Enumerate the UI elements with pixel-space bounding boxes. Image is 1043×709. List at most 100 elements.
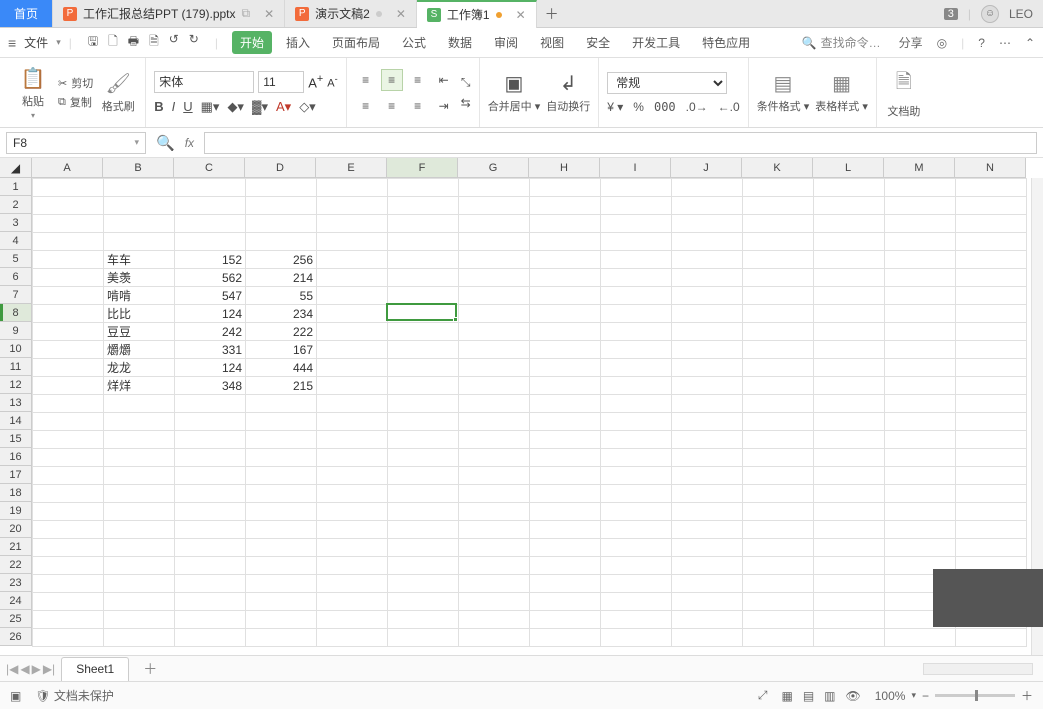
cell-J18[interactable] (672, 485, 743, 503)
cell-J10[interactable] (672, 341, 743, 359)
paste-button[interactable]: 📋 粘贴▾ (14, 66, 52, 120)
cell-E20[interactable] (317, 521, 388, 539)
cell-K9[interactable] (743, 323, 814, 341)
cell-D9[interactable]: 222 (246, 323, 317, 341)
cell-D10[interactable]: 167 (246, 341, 317, 359)
cell-H14[interactable] (530, 413, 601, 431)
row-header-19[interactable]: 19 (0, 502, 32, 520)
cell-G23[interactable] (459, 575, 530, 593)
cell-F23[interactable] (388, 575, 459, 593)
ribbon-tab-devtools[interactable]: 开发工具 (624, 31, 688, 54)
cell-I6[interactable] (601, 269, 672, 287)
cell-A13[interactable] (33, 395, 104, 413)
cell-A12[interactable] (33, 377, 104, 395)
cell-A1[interactable] (33, 179, 104, 197)
cell-F21[interactable] (388, 539, 459, 557)
undo-icon[interactable]: ↺ (169, 32, 179, 53)
cell-I11[interactable] (601, 359, 672, 377)
cell-N26[interactable] (956, 629, 1027, 647)
more-icon[interactable]: ⋯ (999, 36, 1011, 50)
ribbon-tab-data[interactable]: 数据 (440, 31, 480, 54)
percent-icon[interactable]: % (633, 100, 644, 114)
cell-I23[interactable] (601, 575, 672, 593)
cell-G10[interactable] (459, 341, 530, 359)
cell-F8[interactable] (388, 305, 459, 323)
eye-icon[interactable]: 👁 (846, 689, 861, 703)
row-header-6[interactable]: 6 (0, 268, 32, 286)
row-header-18[interactable]: 18 (0, 484, 32, 502)
cell-K4[interactable] (743, 233, 814, 251)
cell-E9[interactable] (317, 323, 388, 341)
cell-B4[interactable] (104, 233, 175, 251)
cell-A4[interactable] (33, 233, 104, 251)
cell-E3[interactable] (317, 215, 388, 233)
cell-N8[interactable] (956, 305, 1027, 323)
cell-J14[interactable] (672, 413, 743, 431)
cell-L15[interactable] (814, 431, 885, 449)
cell-D15[interactable] (246, 431, 317, 449)
col-header-B[interactable]: B (103, 158, 174, 178)
indent-decrease[interactable]: ⇤ (433, 69, 455, 91)
add-sheet-button[interactable]: ＋ (135, 659, 165, 679)
ribbon-tab-special[interactable]: 特色应用 (694, 31, 758, 54)
cell-L4[interactable] (814, 233, 885, 251)
cell-E25[interactable] (317, 611, 388, 629)
cell-N7[interactable] (956, 287, 1027, 305)
cell-C21[interactable] (175, 539, 246, 557)
conditional-format-button[interactable]: ▤ 条件格式 ▾ (757, 71, 810, 114)
col-header-L[interactable]: L (813, 158, 884, 178)
cell-F17[interactable] (388, 467, 459, 485)
cell-N15[interactable] (956, 431, 1027, 449)
align-bottom-left[interactable]: ≡ (355, 95, 377, 117)
cell-H22[interactable] (530, 557, 601, 575)
cell-G4[interactable] (459, 233, 530, 251)
cell-A7[interactable] (33, 287, 104, 305)
row-header-5[interactable]: 5 (0, 250, 32, 268)
cell-J21[interactable] (672, 539, 743, 557)
chevron-down-icon[interactable]: ▾ (134, 137, 139, 148)
borders-button[interactable]: ▦▾ (201, 99, 220, 115)
cell-I8[interactable] (601, 305, 672, 323)
cell-M9[interactable] (885, 323, 956, 341)
cell-M12[interactable] (885, 377, 956, 395)
cell-G6[interactable] (459, 269, 530, 287)
cell-J22[interactable] (672, 557, 743, 575)
cell-I12[interactable] (601, 377, 672, 395)
cell-C14[interactable] (175, 413, 246, 431)
cell-C7[interactable]: 547 (175, 287, 246, 305)
cell-C18[interactable] (175, 485, 246, 503)
cell-B20[interactable] (104, 521, 175, 539)
cell-H1[interactable] (530, 179, 601, 197)
cell-F9[interactable] (388, 323, 459, 341)
cell-N4[interactable] (956, 233, 1027, 251)
cell-J4[interactable] (672, 233, 743, 251)
zoom-slider[interactable] (935, 694, 1015, 697)
cell-A11[interactable] (33, 359, 104, 377)
cell-E23[interactable] (317, 575, 388, 593)
row-header-14[interactable]: 14 (0, 412, 32, 430)
cell-C1[interactable] (175, 179, 246, 197)
cell-E15[interactable] (317, 431, 388, 449)
cell-G1[interactable] (459, 179, 530, 197)
fx-icon[interactable]: fx (185, 136, 194, 150)
tab-file-2[interactable]: P 演示文稿2 ✕ (285, 0, 417, 27)
cell-N17[interactable] (956, 467, 1027, 485)
cell-J6[interactable] (672, 269, 743, 287)
cell-H13[interactable] (530, 395, 601, 413)
cell-C26[interactable] (175, 629, 246, 647)
cell-I1[interactable] (601, 179, 672, 197)
cell-K18[interactable] (743, 485, 814, 503)
cell-M26[interactable] (885, 629, 956, 647)
cell-H25[interactable] (530, 611, 601, 629)
cell-C25[interactable] (175, 611, 246, 629)
view-normal-icon[interactable]: ▦ (781, 689, 792, 703)
cell-K19[interactable] (743, 503, 814, 521)
cell-L25[interactable] (814, 611, 885, 629)
cell-H8[interactable] (530, 305, 601, 323)
cell-G12[interactable] (459, 377, 530, 395)
row-header-3[interactable]: 3 (0, 214, 32, 232)
cell-M15[interactable] (885, 431, 956, 449)
cell-K14[interactable] (743, 413, 814, 431)
cell-G16[interactable] (459, 449, 530, 467)
cell-E19[interactable] (317, 503, 388, 521)
